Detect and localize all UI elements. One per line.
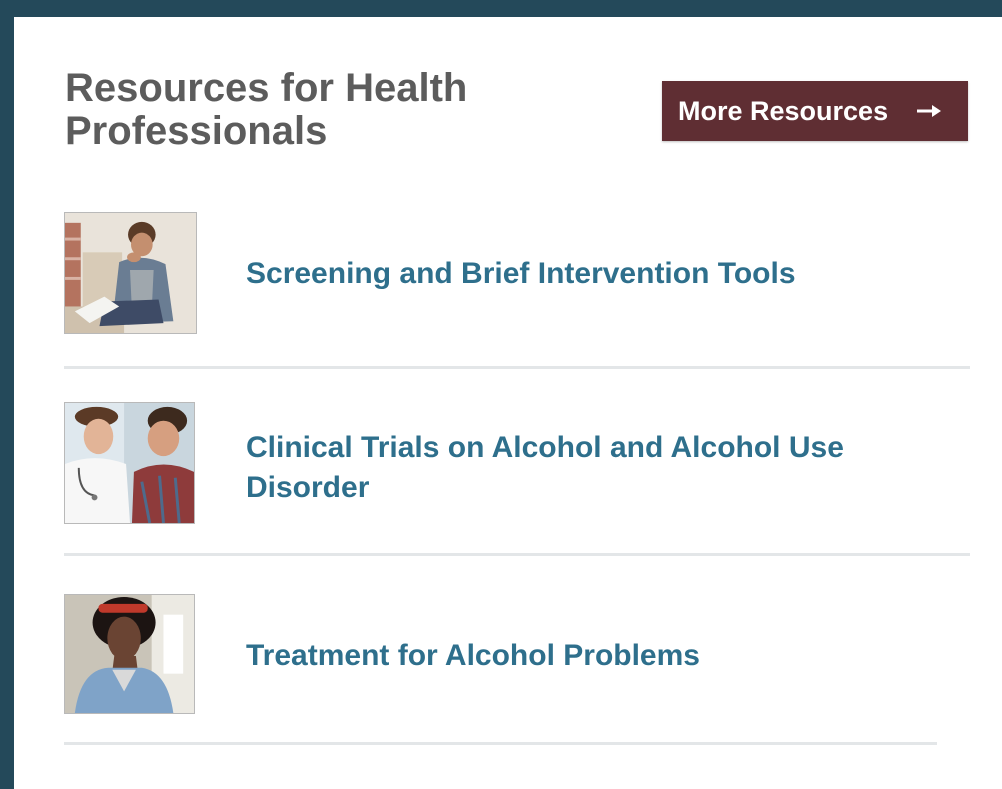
page-title: Resources for Health Professionals	[65, 66, 468, 153]
divider	[64, 742, 937, 745]
resources-panel: Resources for Health Professionals More …	[14, 17, 1002, 789]
treatment-link[interactable]: Treatment for Alcohol Problems	[246, 636, 936, 676]
screening-tools-link[interactable]: Screening and Brief Intervention Tools	[246, 254, 936, 294]
divider	[64, 553, 970, 556]
screening-thumbnail-image[interactable]	[64, 212, 197, 334]
divider	[64, 366, 970, 369]
arrow-right-icon	[916, 104, 942, 118]
treatment-thumbnail-image[interactable]	[64, 594, 195, 714]
resource-item-treatment: Treatment for Alcohol Problems	[64, 594, 970, 719]
resource-item-screening: Screening and Brief Intervention Tools	[64, 212, 970, 342]
resource-item-clinical-trials: Clinical Trials on Alcohol and Alcohol U…	[64, 402, 970, 532]
clinical-trials-thumbnail-image[interactable]	[64, 402, 195, 524]
clinical-trials-link[interactable]: Clinical Trials on Alcohol and Alcohol U…	[246, 428, 936, 508]
more-resources-label: More Resources	[678, 95, 889, 126]
more-resources-button[interactable]: More Resources	[662, 81, 968, 141]
